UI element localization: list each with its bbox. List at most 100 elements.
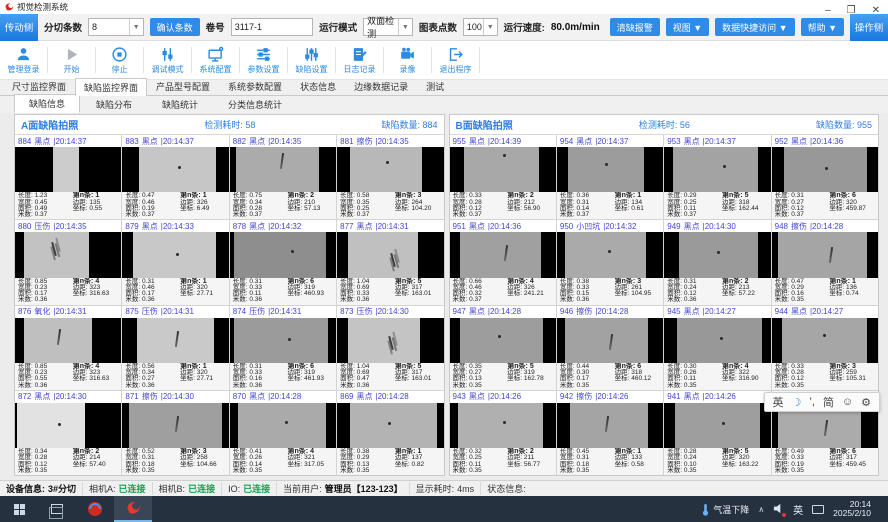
film-surface: [234, 318, 328, 363]
stat-meter: 米数: 0.37: [125, 212, 180, 218]
defect-type: 压伤: [356, 306, 372, 317]
defect-cell[interactable]: 951 黑点 |20:14:36 长度: 0.66 宽度: 0.46 面积: 0…: [450, 220, 556, 304]
active-app-button[interactable]: [114, 496, 152, 522]
film-surface: [565, 318, 648, 363]
window-controls: – ❐ ✕: [825, 4, 880, 18]
defect-cell[interactable]: 943 黑点 |20:14:26 长度: 0.32 宽度: 0.25 面积: 0…: [450, 391, 556, 475]
defect-cell[interactable]: 875 压伤 |20:14:31 长度: 0.56 宽度: 0.34 面积: 0…: [122, 306, 228, 390]
main-tab-1[interactable]: 缺陷监控界面: [75, 78, 147, 96]
defect-cell-header: 876 氧化 |20:14:31: [15, 306, 121, 318]
admin-login-button[interactable]: 管理登录: [0, 46, 47, 75]
main-tab-4[interactable]: 状态信息: [291, 77, 345, 95]
sub-tab-3[interactable]: 分类信息统计: [214, 96, 296, 113]
defect-type: 黑点: [249, 221, 265, 232]
defect-cell[interactable]: 872 黑点 |20:14:30 长度: 0.34 宽度: 0.28 面积: 0…: [15, 391, 121, 475]
strip-count-select[interactable]: 8 ▼: [88, 18, 144, 36]
log-record-button[interactable]: 日志记录: [336, 46, 383, 75]
drive-side-button[interactable]: 传动侧: [0, 14, 38, 41]
ime-settings-gear-icon[interactable]: ⚙: [861, 396, 871, 409]
parameter-settings-button[interactable]: 参数设置: [240, 46, 287, 75]
defect-type: 黑点: [142, 221, 158, 232]
ime-emoji-button[interactable]: ☺: [842, 396, 853, 408]
defect-cell[interactable]: 953 黑点 |20:14:37 长度: 0.29 宽度: 0.25 面积: 0…: [664, 135, 770, 219]
sub-tab-1[interactable]: 缺陷分布: [82, 96, 146, 113]
sub-tab-2[interactable]: 缺陷统计: [148, 96, 212, 113]
run-mode-select[interactable]: 双面检测 ▼: [363, 18, 413, 36]
defect-cell[interactable]: 871 擦伤 |20:14:30 长度: 0.52 宽度: 0.31 面积: 0…: [122, 391, 228, 475]
defect-id: 880: [18, 222, 31, 231]
defect-time: |20:14:27: [810, 307, 843, 316]
clock-date: 2025/2/10: [833, 509, 871, 519]
defect-cell[interactable]: 873 压伤 |20:14:30 长度: 1.04 宽度: 0.69 面积: 0…: [337, 306, 443, 390]
defect-cell[interactable]: 955 黑点 |20:14:39 长度: 0.33 宽度: 0.28 面积: 0…: [450, 135, 556, 219]
defect-cell[interactable]: 947 黑点 |20:14:28 长度: 0.35 宽度: 0.27 面积: 0…: [450, 306, 556, 390]
defect-cell[interactable]: 942 擦伤 |20:14:26 长度: 0.45 宽度: 0.31 面积: 0…: [557, 391, 663, 475]
task-view-button[interactable]: [38, 496, 76, 522]
stop-button[interactable]: 停止: [96, 46, 143, 75]
debug-mode-button[interactable]: 调试模式: [144, 46, 191, 75]
defect-cell[interactable]: 881 擦伤 |20:14:35 长度: 0.58 宽度: 0.35 面积: 0…: [337, 135, 443, 219]
weather-widget[interactable]: 气温下降: [701, 503, 749, 516]
defect-cell[interactable]: 954 黑点 |20:14:37 长度: 0.36 宽度: 0.31 面积: 0…: [557, 135, 663, 219]
ime-punctuation-button[interactable]: ’,: [809, 396, 815, 408]
roll-number-input[interactable]: 3117-1: [231, 18, 313, 36]
defect-cell[interactable]: 869 黑点 |20:14:28 长度: 0.38 宽度: 0.29 面积: 0…: [337, 391, 443, 475]
defect-cell[interactable]: 880 压伤 |20:14:35 长度: 0.85 宽度: 0.23 面积: 0…: [15, 220, 121, 304]
ime-language-indicator[interactable]: 英: [793, 502, 803, 517]
main-tab-2[interactable]: 产品型号配置: [147, 77, 219, 95]
ime-simplified-button[interactable]: 简: [823, 394, 834, 410]
taskbar-clock[interactable]: 20:14 2025/2/10: [833, 500, 871, 519]
defect-cell[interactable]: 945 黑点 |20:14:27 长度: 0.30 宽度: 0.26 面积: 0…: [664, 306, 770, 390]
defect-type: 黑点: [469, 221, 485, 232]
main-tab-5[interactable]: 边缘数据记录: [345, 77, 417, 95]
defect-mark: [823, 334, 826, 337]
ime-fullwidth-moon-icon[interactable]: ☽: [792, 396, 802, 409]
chart-points-select[interactable]: 100 ▼: [463, 18, 498, 36]
close-button[interactable]: ✕: [872, 4, 880, 18]
confirm-strips-button[interactable]: 确认条数: [150, 18, 200, 36]
main-tab-3[interactable]: 系统参数配置: [219, 77, 291, 95]
defect-cell[interactable]: 879 黑点 |20:14:33 长度: 0.31 宽度: 0.46 面积: 0…: [122, 220, 228, 304]
defect-cell[interactable]: 946 擦伤 |20:14:28 长度: 0.44 宽度: 0.30 面积: 0…: [557, 306, 663, 390]
defect-cell[interactable]: 884 黑点 |20:14:37 长度: 1.23 宽度: 0.45 面积: 0…: [15, 135, 121, 219]
tray-overflow-chevron[interactable]: ∧: [758, 505, 764, 514]
defect-cell[interactable]: 944 黑点 |20:14:27 长度: 0.33 宽度: 0.28 面积: 0…: [772, 306, 878, 390]
stat-meter: 米数: 0.35: [560, 468, 615, 474]
clear-alarm-button[interactable]: 清缺报警: [610, 18, 660, 36]
main-tab-6[interactable]: 测试: [417, 77, 453, 95]
system-config-button[interactable]: 系统配置: [192, 46, 239, 75]
defect-cell[interactable]: 950 小凹坑 |20:14:32 长度: 0.38 宽度: 0.33 面积: …: [557, 220, 663, 304]
stat-coordinate: 坐标: 104.66: [180, 462, 226, 468]
start-button[interactable]: 开始: [48, 46, 95, 75]
defect-cell[interactable]: 876 氧化 |20:14:31 长度: 0.85 宽度: 0.23 面积: 0…: [15, 306, 121, 390]
defect-cell[interactable]: 882 黑点 |20:14:35 长度: 0.75 宽度: 0.34 面积: 0…: [230, 135, 336, 219]
defect-cell[interactable]: 870 黑点 |20:14:28 长度: 0.41 宽度: 0.26 面积: 0…: [230, 391, 336, 475]
main-tab-0[interactable]: 尺寸监控界面: [3, 77, 75, 95]
ime-lang-button[interactable]: 英: [773, 394, 784, 410]
maximize-button[interactable]: ❐: [847, 4, 856, 18]
defect-cell[interactable]: 878 黑点 |20:14:32 长度: 0.31 宽度: 0.33 面积: 0…: [230, 220, 336, 304]
defect-cell[interactable]: 948 擦伤 |20:14:28 长度: 0.47 宽度: 0.29 面积: 0…: [772, 220, 878, 304]
volume-icon[interactable]: [773, 503, 784, 516]
stat-coordinate: 坐标: 0.55: [73, 206, 119, 212]
record-video-button[interactable]: 录像: [384, 46, 431, 75]
start-button[interactable]: [0, 496, 38, 522]
defect-cell[interactable]: 941 黑点 |20:14:26 长度: 0.28 宽度: 0.24 面积: 0…: [664, 391, 770, 475]
pinned-app-button[interactable]: [76, 496, 114, 522]
view-menu-button[interactable]: 视图 ▼: [666, 18, 709, 36]
defect-cell[interactable]: 952 黑点 |20:14:36 长度: 0.31 宽度: 0.27 面积: 0…: [772, 135, 878, 219]
sub-tab-0[interactable]: 缺陷信息: [14, 94, 80, 113]
defect-cell[interactable]: 874 压伤 |20:14:31 长度: 0.31 宽度: 0.33 面积: 0…: [230, 306, 336, 390]
defect-cell[interactable]: 949 黑点 |20:14:30 长度: 0.31 宽度: 0.24 面积: 0…: [664, 220, 770, 304]
exit-program-button[interactable]: 退出程序: [432, 46, 479, 75]
defect-cell-header: 871 擦伤 |20:14:30: [122, 391, 228, 403]
defect-id: 950: [560, 222, 573, 231]
touch-keyboard-icon[interactable]: [812, 505, 824, 514]
defect-cell[interactable]: 883 黑点 |20:14:37 长度: 0.47 宽度: 0.46 面积: 0…: [122, 135, 228, 219]
help-menu-button[interactable]: 帮助 ▼: [801, 18, 844, 36]
defect-settings-button[interactable]: 缺陷设置: [288, 46, 335, 75]
minimize-button[interactable]: –: [825, 4, 831, 18]
data-quick-access-button[interactable]: 数据快捷访问 ▼: [715, 18, 794, 36]
io-status: 已连接: [243, 482, 270, 495]
defect-cell[interactable]: 877 黑点 |20:14:31 长度: 1.04 宽度: 0.69 面积: 0…: [337, 220, 443, 304]
